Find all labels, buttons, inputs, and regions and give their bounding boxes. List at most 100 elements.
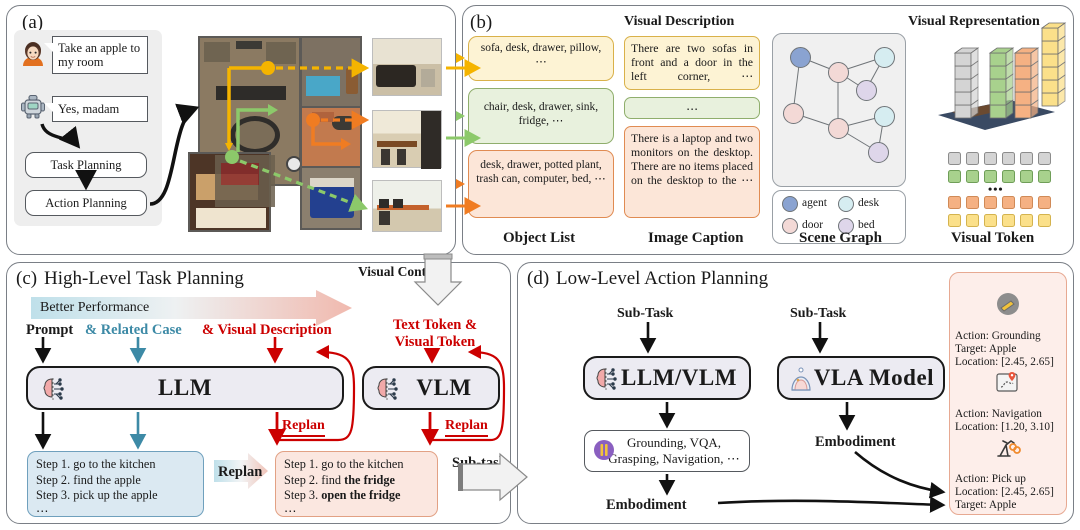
exploration-line-1: Action: Navigation xyxy=(955,408,1042,420)
visual-token-cell xyxy=(1020,196,1033,209)
visual-token-cell xyxy=(1038,214,1051,227)
llm-label: LLM xyxy=(158,375,212,400)
visual-token-cell xyxy=(984,152,997,165)
subtask-label-left: Sub-Task xyxy=(617,306,674,321)
visual-token-cell xyxy=(984,214,997,227)
vlm-input-label: Text Token & Visual Token xyxy=(392,317,478,350)
scene-graph-node-desk-1 xyxy=(874,47,895,68)
panel-c-tag: (c) xyxy=(16,268,38,289)
scene-graph-node-door-1 xyxy=(828,62,849,83)
legend-label-desk: desk xyxy=(858,197,880,209)
visual-token-cell xyxy=(1002,214,1015,227)
legend-swatch-desk xyxy=(838,196,854,212)
grasping-line-3: Target: Apple xyxy=(955,499,1017,511)
legend-swatch-agent xyxy=(782,196,798,212)
legend-label-agent: agent xyxy=(802,197,827,209)
user-speech-bubble: Take an apple to my room xyxy=(44,36,148,74)
embodiment-label-left: Embodiment xyxy=(606,497,687,513)
visual-token-cell xyxy=(1002,152,1015,165)
visual-token-cell xyxy=(948,196,961,209)
scene-graph-node-bed-1 xyxy=(856,80,877,101)
action-panel-title: Action xyxy=(949,276,1080,291)
plan-before-line-2: Step 2. find the apple xyxy=(36,472,141,487)
scene-graph-node-door-2 xyxy=(783,103,804,124)
flow-action-planning: Action Planning xyxy=(25,190,147,216)
floorplan-room-mid-right xyxy=(300,106,362,168)
visual-token-cell xyxy=(1002,196,1015,209)
plan-after-line-2: Step 2. find the fridge xyxy=(284,472,396,487)
legend-swatch-door xyxy=(782,218,798,234)
exploration-line-2: Location: [1.20, 3.10] xyxy=(955,421,1054,433)
panel-b-tag: (b) xyxy=(470,12,493,33)
visual-token-cell xyxy=(948,170,961,183)
floorplan-bedroom xyxy=(300,166,362,230)
vla-model-box: VLA Model xyxy=(777,356,945,400)
visual-token-cell xyxy=(1002,170,1015,183)
visual-token-cell xyxy=(948,214,961,227)
footer-image-caption: Image Caption xyxy=(648,230,744,246)
input-label-visual-description: & Visual Description xyxy=(202,322,332,338)
plan-before-line-1: Step 1. go to the kitchen xyxy=(36,457,156,471)
panel-d-title: Low-Level Action Planning xyxy=(556,268,769,289)
visual-token-cell xyxy=(966,196,979,209)
llm-vlm-label: LLM/VLM xyxy=(621,365,737,390)
header-visual-description: Visual Description xyxy=(624,14,735,29)
exploration-title: Exploration xyxy=(949,394,1080,409)
header-visual-representation: Visual Representation xyxy=(908,14,1040,29)
replan-label-llm: Replan xyxy=(282,418,325,437)
perception-line-3: Location: [2.45, 2.65] xyxy=(955,356,1054,368)
floorplan-room-top-right xyxy=(300,36,362,108)
robot-speech-bubble: Yes, madam xyxy=(44,96,148,122)
footer-scene-graph: Scene Graph xyxy=(799,230,882,246)
image-caption-box-3: There is a laptop and two monitors on th… xyxy=(624,126,760,218)
scene-graph-node-desk-2 xyxy=(874,106,895,127)
photo-living-room xyxy=(372,38,442,96)
floorplan-overlay-strip xyxy=(215,155,275,207)
llm-vlm-box: LLM/VLM xyxy=(583,356,751,400)
plan-after-line-3: Step 3. open the fridge xyxy=(284,488,401,502)
object-list-box-2: chair, desk, drawer, sink, fridge, ⋯ xyxy=(468,88,614,144)
perception-title: Perception xyxy=(949,316,1080,331)
visual-token-cell xyxy=(984,196,997,209)
perception-line-1: Action: Grounding xyxy=(955,330,1041,342)
subtask-label-right: Sub-Task xyxy=(790,306,847,321)
footer-visual-token: Visual Token xyxy=(951,230,1035,246)
input-label-prompt: Prompt xyxy=(26,322,74,338)
plan-after-box: Step 1. go to the kitchen Step 2. find t… xyxy=(275,451,438,518)
perception-line-2: Target: Apple xyxy=(955,343,1017,355)
visual-token-cell xyxy=(1020,214,1033,227)
visual-token-cell xyxy=(1038,170,1051,183)
image-caption-box-2: ⋯ xyxy=(624,97,760,119)
photo-kitchen xyxy=(372,110,442,169)
vlm-box: VLM xyxy=(362,366,500,410)
flow-task-planning: Task Planning xyxy=(25,152,147,178)
input-label-related-case: & Related Case xyxy=(85,322,182,338)
panel-d-tag: (d) xyxy=(527,268,550,289)
scene-graph-node-agent xyxy=(790,47,811,68)
user-avatar-icon xyxy=(19,40,47,68)
visual-token-cell xyxy=(948,152,961,165)
llm-box: LLM xyxy=(26,366,344,410)
scene-graph-node-door-3 xyxy=(828,118,849,139)
plan-before-line-3: Step 3. pick up the apple xyxy=(36,488,158,502)
grasping-title: Grasping xyxy=(949,459,1080,474)
visual-token-cell xyxy=(1020,170,1033,183)
plan-after-line-1: Step 1. go to the kitchen xyxy=(284,457,404,471)
footer-object-list: Object List xyxy=(503,230,576,246)
visual-token-cell xyxy=(966,214,979,227)
plan-before-line-4: ⋯ xyxy=(36,503,49,518)
visual-token-cell xyxy=(966,170,979,183)
visual-token-cell xyxy=(1020,152,1033,165)
capabilities-box: Grounding, VQA, Grasping, Navigation, ⋯ xyxy=(584,430,750,472)
embodiment-label-right: Embodiment xyxy=(815,434,896,450)
photo-office xyxy=(372,180,442,232)
visual-token-cell xyxy=(1038,152,1051,165)
scene-graph-node-bed-2 xyxy=(868,142,889,163)
visual-token-cell xyxy=(1038,196,1051,209)
subtask-transition-label: Sub-task xyxy=(452,455,507,471)
visual-token-ellipsis: ••• xyxy=(988,182,1004,196)
visual-token-cell xyxy=(966,152,979,165)
panel-c-title: High-Level Task Planning xyxy=(44,268,244,289)
replan-label-vlm: Replan xyxy=(445,418,488,437)
image-caption-box-1: There are two sofas in front and a door … xyxy=(624,36,760,90)
